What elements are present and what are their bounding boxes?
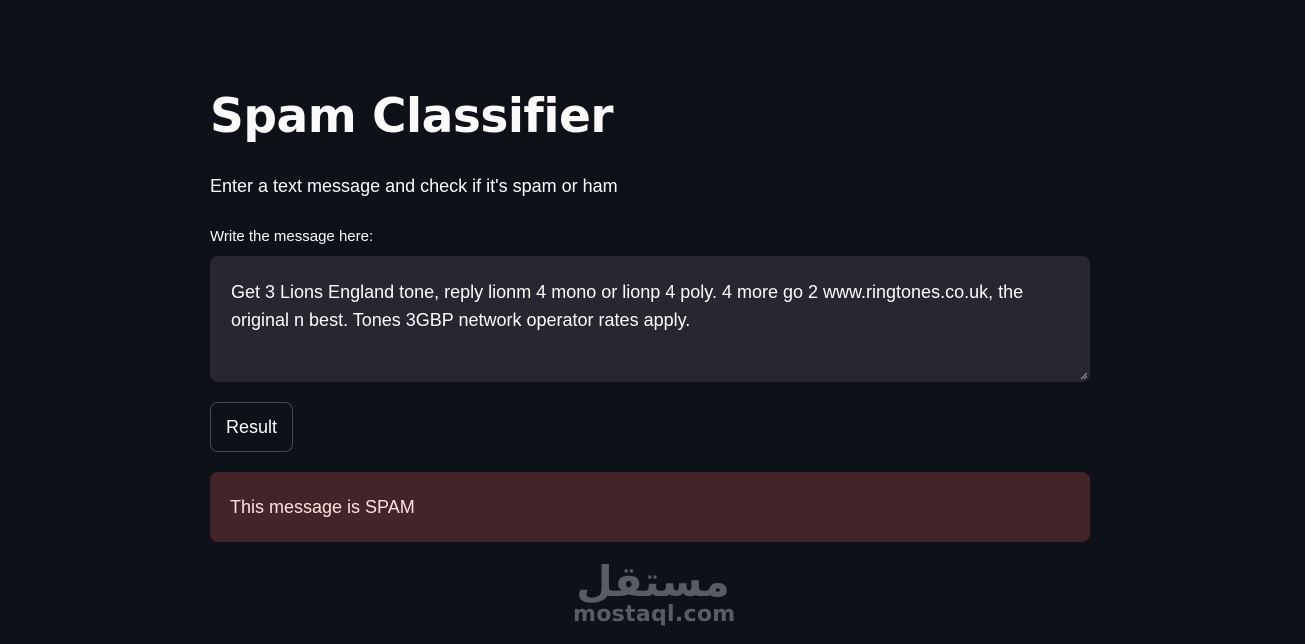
resize-grip-icon[interactable] [1080,372,1087,379]
page-subtitle: Enter a text message and check if it's s… [210,176,618,196]
page-title: Spam Classifier [210,89,614,144]
result-alert: This message is SPAM [210,472,1090,542]
message-text: Get 3 Lions England tone, reply lionm 4 … [231,282,1024,330]
result-text: This message is SPAM [230,497,415,517]
message-field-label: Write the message here: [210,228,374,245]
message-textarea[interactable]: Get 3 Lions England tone, reply lionm 4 … [210,256,1090,382]
result-button[interactable]: Result [210,402,294,452]
watermark-arabic: مستقل [576,557,730,606]
watermark-text: mostaql.com [573,602,736,627]
